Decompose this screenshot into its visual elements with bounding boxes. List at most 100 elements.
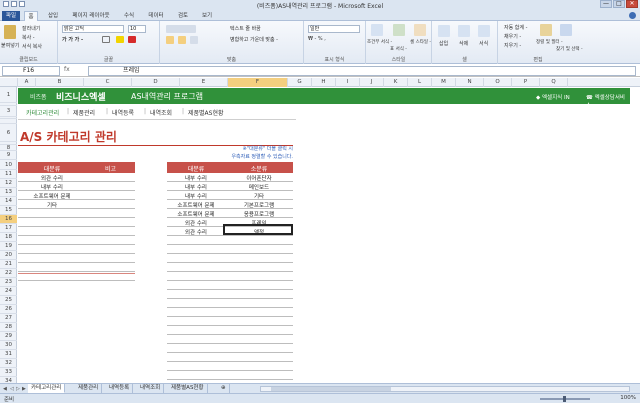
minimize-button[interactable]: — bbox=[600, 0, 612, 8]
major-category-cell[interactable]: 소프트웨어 문제 bbox=[167, 201, 225, 209]
number-format-select[interactable]: 일반 bbox=[308, 25, 360, 33]
major-category-cell[interactable]: 소프트웨어 문제 bbox=[167, 210, 225, 218]
row-header-29[interactable]: 29 bbox=[0, 332, 17, 341]
table-row[interactable] bbox=[167, 308, 293, 317]
column-header-a[interactable]: A bbox=[18, 78, 36, 87]
row-header-21[interactable]: 21 bbox=[0, 260, 17, 269]
sort-filter-button[interactable]: 정렬 및 필터 - bbox=[536, 39, 563, 45]
table-row[interactable] bbox=[18, 218, 135, 227]
table-row[interactable] bbox=[18, 236, 135, 245]
format-table-button[interactable]: 표 서식 - bbox=[390, 46, 407, 52]
minor-category-cell[interactable]: 기타 bbox=[225, 192, 293, 200]
tab-formulas[interactable]: 수식 bbox=[120, 11, 138, 21]
table-row[interactable] bbox=[167, 353, 293, 362]
table-row[interactable]: 소프트웨어 문제 응용프로그램 bbox=[167, 209, 293, 218]
header-major-category[interactable]: 대분류 bbox=[18, 164, 86, 173]
row-header-6[interactable]: 6 bbox=[0, 124, 17, 142]
first-sheet-button[interactable]: ◀ bbox=[3, 386, 7, 392]
column-header-f[interactable]: F bbox=[228, 78, 288, 87]
table-row[interactable] bbox=[167, 263, 293, 272]
format-table-icon[interactable] bbox=[393, 24, 405, 36]
table-row[interactable] bbox=[167, 245, 293, 254]
column-header-p[interactable]: P bbox=[512, 78, 540, 87]
font-size-select[interactable]: 10 bbox=[128, 25, 146, 33]
table-row[interactable] bbox=[167, 335, 293, 344]
column-header-b[interactable]: B bbox=[36, 78, 84, 87]
column-header-d[interactable]: D bbox=[132, 78, 180, 87]
row-header-32[interactable]: 32 bbox=[0, 359, 17, 368]
align-left-icon[interactable] bbox=[166, 36, 174, 44]
fill-color-icon[interactable] bbox=[116, 36, 124, 43]
table-row[interactable] bbox=[18, 209, 135, 218]
table-row[interactable] bbox=[18, 254, 135, 263]
major-category-cell[interactable]: 내부 수리 bbox=[167, 192, 225, 200]
prev-sheet-button[interactable]: ◁ bbox=[10, 386, 14, 392]
cut-button[interactable]: 잘라내기 bbox=[22, 25, 40, 32]
format-button[interactable]: 서식 bbox=[479, 40, 488, 47]
wrap-text-button[interactable]: 텍스트 줄 바꿈 bbox=[230, 25, 261, 32]
row-header-19[interactable]: 19 bbox=[0, 242, 17, 251]
column-header-m[interactable]: M bbox=[432, 78, 456, 87]
column-header-o[interactable]: O bbox=[484, 78, 512, 87]
table-row[interactable] bbox=[167, 344, 293, 353]
find-select-button[interactable]: 찾기 및 선택 - bbox=[556, 46, 583, 52]
row-header-28[interactable]: 28 bbox=[0, 323, 17, 332]
table-row[interactable] bbox=[167, 281, 293, 290]
row-header-17[interactable]: 17 bbox=[0, 224, 17, 233]
row-header-26[interactable]: 26 bbox=[0, 305, 17, 314]
row-header-27[interactable]: 27 bbox=[0, 314, 17, 323]
column-header-h[interactable]: H bbox=[312, 78, 336, 87]
major-category-cell[interactable]: 내부 수리 bbox=[167, 183, 225, 191]
worksheet[interactable]: 비즈폼 비즈니스엑셀 AS내역관리 프로그램 ◆ 엑셀지식 IN ☎ 엑셀상담서… bbox=[18, 88, 640, 383]
column-header-c[interactable]: C bbox=[84, 78, 132, 87]
nav-product[interactable]: 제품관리 bbox=[73, 108, 95, 117]
major-category-cell[interactable]: 내부 수리 bbox=[18, 183, 86, 191]
tab-home[interactable]: 홈 bbox=[24, 11, 38, 21]
table-row[interactable] bbox=[167, 317, 293, 326]
row-header-3[interactable]: 3 bbox=[0, 106, 17, 117]
paste-button[interactable]: 붙여넣기 bbox=[1, 42, 19, 49]
format-cells-icon[interactable] bbox=[478, 25, 490, 37]
copy-button[interactable]: 복사 - bbox=[22, 34, 35, 41]
nav-product-as-status[interactable]: 제품별AS현황 bbox=[188, 108, 224, 117]
row-header-23[interactable]: 23 bbox=[0, 278, 17, 287]
table-row[interactable]: 내부 수리 메인보드 bbox=[167, 182, 293, 191]
formula-input[interactable]: 프레임 bbox=[88, 66, 636, 76]
table-row[interactable]: 소프트웨어 문제 기본프로그램 bbox=[167, 200, 293, 209]
scroll-thumb[interactable] bbox=[271, 387, 391, 391]
row-header-33[interactable]: 33 bbox=[0, 368, 17, 377]
table-row[interactable] bbox=[167, 236, 293, 245]
row-header-11[interactable]: 11 bbox=[0, 170, 17, 179]
insert-cells-icon[interactable] bbox=[438, 25, 450, 37]
insert-button[interactable]: 삽입 bbox=[439, 40, 448, 47]
bold-button[interactable]: 가 가 가 - bbox=[62, 36, 83, 43]
fill-button[interactable]: 채우기 - bbox=[504, 33, 521, 40]
table-row[interactable] bbox=[167, 362, 293, 371]
cell-style-icon[interactable] bbox=[414, 24, 426, 36]
row-header-31[interactable]: 31 bbox=[0, 350, 17, 359]
row-header-25[interactable]: 25 bbox=[0, 296, 17, 305]
clear-button[interactable]: 지우기 - bbox=[504, 42, 521, 49]
minor-category-cell[interactable]: 이어폰단자 bbox=[225, 174, 293, 182]
major-category-cell[interactable]: 내부 수리 bbox=[167, 174, 225, 182]
row-header-10[interactable]: 10 bbox=[0, 160, 17, 170]
merge-center-button[interactable]: 병합하고 가운데 맞춤 - bbox=[230, 36, 278, 43]
minor-category-cell[interactable]: 메인보드 bbox=[225, 183, 293, 191]
sheet-tab-category[interactable]: 카테고리관리 bbox=[28, 384, 66, 393]
row-header-16[interactable]: 16 bbox=[0, 215, 17, 224]
table-row[interactable] bbox=[167, 371, 293, 380]
row-header-1[interactable]: 1 bbox=[0, 87, 17, 103]
row-header-12[interactable]: 12 bbox=[0, 179, 17, 188]
major-category-cell[interactable]: 외관 수리 bbox=[18, 174, 86, 182]
sheet-tab-inquiry[interactable]: 내역조회 bbox=[137, 384, 165, 393]
nav-register[interactable]: 내역등록 bbox=[112, 108, 134, 117]
excel-knowledge-link[interactable]: ◆ 엑셀지식 IN bbox=[536, 93, 570, 101]
row-header-30[interactable]: 30 bbox=[0, 341, 17, 350]
delete-cells-icon[interactable] bbox=[458, 25, 470, 37]
table-row[interactable] bbox=[167, 299, 293, 308]
tab-file[interactable]: 파일 bbox=[2, 11, 20, 21]
column-header-l[interactable]: L bbox=[408, 78, 432, 87]
close-button[interactable]: ✕ bbox=[626, 0, 638, 8]
row-header-24[interactable]: 24 bbox=[0, 287, 17, 296]
select-all-corner[interactable] bbox=[0, 78, 18, 87]
